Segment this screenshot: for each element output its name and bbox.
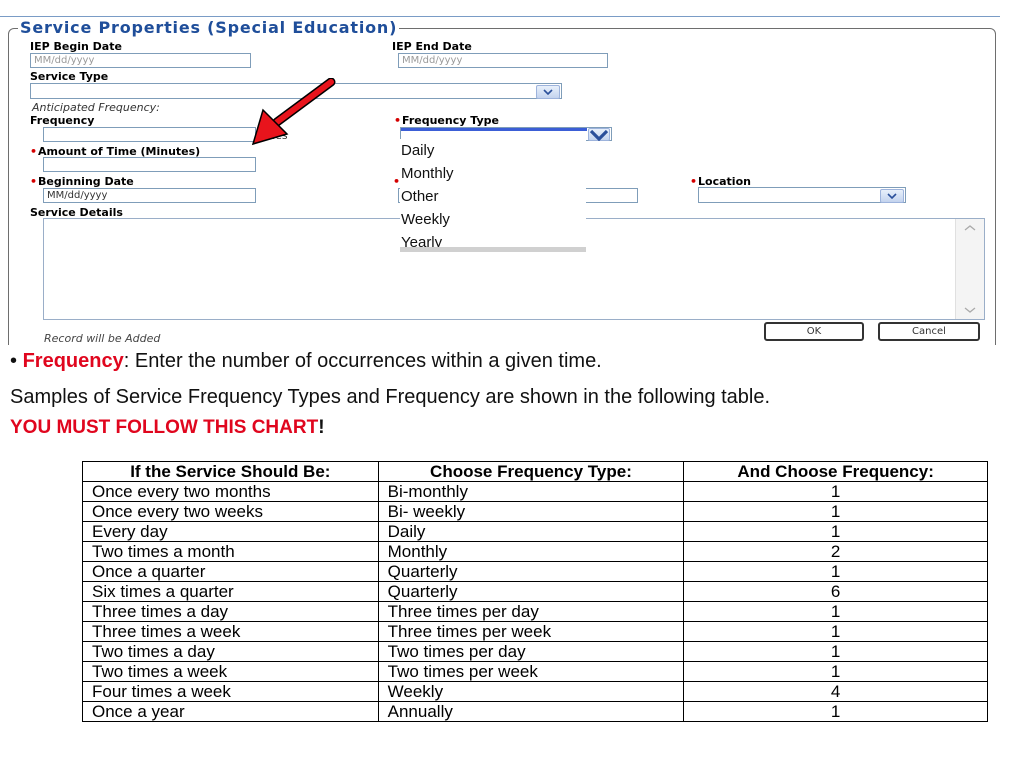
service-frequency-cell: Once every two weeks — [82, 501, 379, 522]
samples-text: Samples of Service Frequency Types and F… — [10, 386, 771, 408]
column-header: Choose Frequency Type: — [377, 461, 685, 482]
frequency-value-cell: 4 — [683, 681, 988, 702]
service-frequency-cell: Two times a day — [82, 641, 379, 662]
table-row: Once a quarter Quarterly 1 — [82, 561, 988, 582]
frequency-type-options: Daily Monthly Other Weekly Yearly — [400, 139, 586, 251]
service-frequency-cell: Six times a quarter — [82, 581, 379, 602]
service-frequency-cell: Once a year — [82, 701, 379, 722]
record-status-note: Record will be Added — [44, 332, 161, 345]
table-row: Six times a quarter Quarterly 6 — [82, 581, 988, 602]
beginning-date-input[interactable]: MM/dd/yyyy — [43, 188, 256, 203]
table-row: Three times a week Three times per week 1 — [82, 621, 988, 642]
frequency-type-dropdown[interactable]: Daily Monthly Other Weekly Yearly — [400, 127, 612, 252]
service-frequency-cell: Two times a week — [82, 661, 379, 682]
frequency-value-cell: 1 — [683, 621, 988, 642]
frequency-value-cell: 2 — [683, 541, 988, 562]
chevron-down-icon[interactable] — [588, 128, 610, 141]
service-frequency-cell: Two times a month — [82, 541, 379, 562]
service-frequency-cell: Three times a day — [82, 601, 379, 622]
table-row: Two times a month Monthly 2 — [82, 541, 988, 562]
frequency-value-cell: 1 — [683, 481, 988, 502]
frequency-value-cell: 1 — [683, 501, 988, 522]
form-legend: Service Properties (Special Education) — [18, 18, 400, 37]
chevron-down-icon[interactable] — [880, 189, 904, 203]
bullet: • — [10, 350, 18, 372]
column-header: If the Service Should Be: — [82, 461, 379, 482]
iep-begin-date-input[interactable]: MM/dd/yyyy — [30, 53, 251, 68]
scroll-up-icon[interactable] — [964, 225, 976, 231]
service-type-label: Service Type — [30, 70, 109, 83]
frequency-type-cell: Three times per week — [377, 621, 685, 642]
service-frequency-cell: Every day — [82, 521, 379, 542]
must-follow-line: YOU MUST FOLLOW THIS CHART! — [10, 416, 325, 439]
option-monthly[interactable]: Monthly — [400, 162, 586, 185]
iep-end-date-input[interactable]: MM/dd/yyyy — [398, 53, 608, 68]
service-frequency-cell: Three times a week — [82, 621, 379, 642]
vertical-scrollbar[interactable] — [955, 219, 984, 319]
frequency-chart-table: If the Service Should Be: Choose Frequen… — [82, 461, 988, 722]
column-header: And Choose Frequency: — [683, 461, 988, 482]
frequency-type-cell: Quarterly — [377, 581, 685, 602]
frequency-value-cell: 1 — [683, 561, 988, 582]
table-row: Three times a day Three times per day 1 — [82, 601, 988, 622]
table-row: Two times a week Two times per week 1 — [82, 661, 988, 682]
service-frequency-cell: Once every two months — [82, 481, 379, 502]
service-frequency-cell: Four times a week — [82, 681, 379, 702]
frequency-description: : Enter the number of occurrences within… — [123, 350, 602, 372]
beginning-date-label: Beginning Date — [30, 175, 134, 188]
frequency-type-cell: Two times per week — [377, 661, 685, 682]
cancel-button[interactable]: Cancel — [878, 322, 980, 341]
iep-end-date-label: IEP End Date — [392, 40, 472, 53]
service-properties-form: Service Properties (Special Education) I… — [0, 0, 1024, 345]
frequency-instruction: • Frequency: Enter the number of occurre… — [10, 350, 602, 373]
table-row: Once every two months Bi-monthly 1 — [82, 481, 988, 502]
must-follow-exclaim: ! — [318, 417, 325, 438]
table-row: Two times a day Two times per day 1 — [82, 641, 988, 662]
option-weekly[interactable]: Weekly — [400, 208, 586, 231]
red-arrow-icon — [251, 78, 336, 146]
frequency-type-cell: Two times per day — [377, 641, 685, 662]
iep-begin-date-label: IEP Begin Date — [30, 40, 122, 53]
table-header-row: If the Service Should Be: Choose Frequen… — [82, 461, 988, 482]
frequency-type-cell: Three times per day — [377, 601, 685, 622]
frequency-value-cell: 1 — [683, 641, 988, 662]
frequency-value-cell: 1 — [683, 701, 988, 722]
option-other[interactable]: Other — [400, 185, 586, 208]
frequency-type-cell: Bi- weekly — [377, 501, 685, 522]
table-row: Once every two weeks Bi- weekly 1 — [82, 501, 988, 522]
frequency-type-cell: Bi-monthly — [377, 481, 685, 502]
frequency-type-cell: Annually — [377, 701, 685, 722]
window-top-border — [0, 16, 1000, 17]
location-select[interactable] — [698, 187, 906, 203]
anticipated-frequency-label: Anticipated Frequency: — [32, 101, 160, 114]
dropdown-shadow — [400, 247, 586, 252]
table-row: Every day Daily 1 — [82, 521, 988, 542]
frequency-value-cell: 1 — [683, 661, 988, 682]
table-row: Four times a week Weekly 4 — [82, 681, 988, 702]
frequency-type-cell: Quarterly — [377, 561, 685, 582]
frequency-type-cell: Daily — [377, 521, 685, 542]
table-body: Once every two months Bi-monthly 1 Once eve… — [82, 481, 988, 722]
scroll-down-icon[interactable] — [964, 307, 976, 313]
frequency-value-cell: 1 — [683, 601, 988, 622]
amount-of-time-input[interactable] — [43, 157, 256, 172]
selection-highlight — [401, 128, 587, 131]
frequency-type-label: Frequency Type — [394, 114, 499, 127]
frequency-type-cell: Weekly — [377, 681, 685, 702]
required-marker: • — [393, 175, 401, 188]
service-frequency-cell: Once a quarter — [82, 561, 379, 582]
frequency-label: Frequency — [30, 114, 95, 127]
frequency-value-cell: 6 — [683, 581, 988, 602]
ok-button[interactable]: OK — [764, 322, 864, 341]
chevron-down-icon[interactable] — [536, 85, 560, 99]
option-daily[interactable]: Daily — [400, 139, 586, 162]
frequency-term: Frequency — [22, 350, 124, 372]
frequency-type-cell: Monthly — [377, 541, 685, 562]
frequency-input[interactable] — [43, 127, 256, 142]
table-row: Once a year Annually 1 — [82, 701, 988, 722]
frequency-value-cell: 1 — [683, 521, 988, 542]
must-follow-text: YOU MUST FOLLOW THIS CHART — [10, 417, 319, 438]
